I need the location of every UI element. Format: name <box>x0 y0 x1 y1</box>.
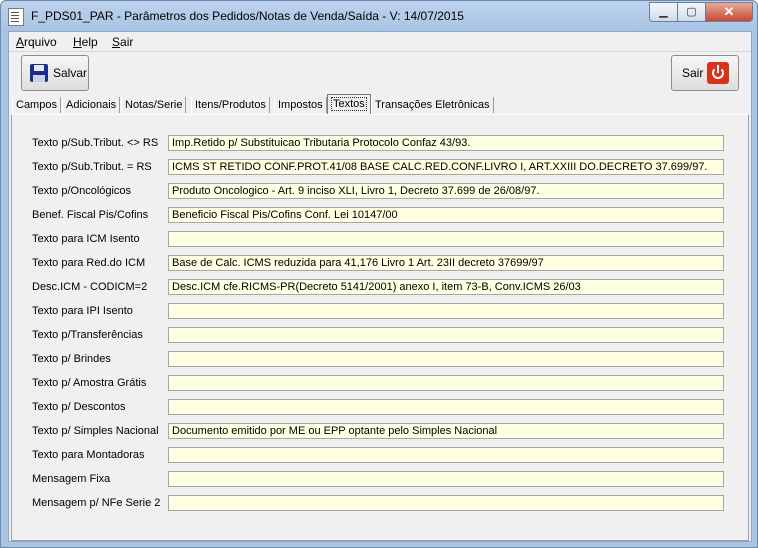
field-red-icm[interactable]: Base de Calc. ICMS reduzida para 41,176 … <box>168 255 724 271</box>
label-montadoras: Texto para Montadoras <box>32 449 145 461</box>
field-sub-tribut-diff-rs[interactable]: Imp.Retido p/ Substituicao Tributaria Pr… <box>168 135 724 151</box>
label-ipi-isento: Texto para IPI Isento <box>32 305 133 317</box>
label-mensagem-fixa: Mensagem Fixa <box>32 473 111 485</box>
client-area: Arquivo Help Sair Salvar Sair Campos Adi… <box>8 31 752 542</box>
label-oncologicos: Texto p/Oncológicos <box>32 185 132 197</box>
label-sub-tribut-diff-rs: Texto p/Sub.Tribut. <> RS <box>32 137 159 149</box>
field-simples-nacional[interactable]: Documento emitido por ME ou EPP optante … <box>168 423 724 439</box>
menu-sair[interactable]: Sair <box>112 35 133 49</box>
minimize-button[interactable]: ▁ <box>649 2 678 22</box>
tab-textos[interactable]: Textos <box>327 94 371 114</box>
title-bar: F_PDS01_PAR - Parâmetros dos Pedidos/Not… <box>1 1 757 31</box>
label-mensagem-nfe-serie2: Mensagem p/ NFe Serie 2 <box>32 497 161 509</box>
tab-impostos[interactable]: Impostos <box>274 97 327 113</box>
app-document-icon <box>8 8 24 26</box>
field-mensagem-nfe-serie2[interactable] <box>168 495 724 511</box>
label-red-icm: Texto para Red.do ICM <box>32 257 146 269</box>
label-brindes: Texto p/ Brindes <box>32 353 111 365</box>
field-descontos[interactable] <box>168 399 724 415</box>
menu-bar: Arquivo Help Sair <box>9 32 751 51</box>
close-button[interactable]: ✕ <box>705 2 753 22</box>
label-desc-icm: Desc.ICM - CODICM=2 <box>32 281 148 293</box>
maximize-button[interactable]: ▢ <box>677 2 706 22</box>
field-brindes[interactable] <box>168 351 724 367</box>
field-montadoras[interactable] <box>168 447 724 463</box>
exit-button-label: Sair <box>682 66 704 80</box>
floppy-disk-icon <box>30 64 48 82</box>
label-sub-tribut-eq-rs: Texto p/Sub.Tribut. = RS <box>32 161 152 173</box>
label-icm-isento: Texto para ICM Isento <box>32 233 140 245</box>
field-mensagem-fixa[interactable] <box>168 471 724 487</box>
label-transferencias: Texto p/Transferências <box>32 329 143 341</box>
menu-help[interactable]: Help <box>73 35 98 49</box>
power-icon <box>707 62 729 84</box>
label-simples-nacional: Texto p/ Simples Nacional <box>32 425 159 437</box>
tab-campos[interactable]: Campos <box>12 97 61 113</box>
tab-adicionais[interactable]: Adicionais <box>62 97 121 113</box>
tab-itens-produtos[interactable]: Itens/Produtos <box>191 97 270 113</box>
tab-notas-serie[interactable]: Notas/Serie <box>121 97 187 113</box>
field-transferencias[interactable] <box>168 327 724 343</box>
save-button[interactable]: Salvar <box>21 55 89 91</box>
field-oncologicos[interactable]: Produto Oncologico - Art. 9 inciso XLI, … <box>168 183 724 199</box>
field-benef-fiscal[interactable]: Beneficio Fiscal Pis/Cofins Conf. Lei 10… <box>168 207 724 223</box>
field-sub-tribut-eq-rs[interactable]: ICMS ST RETIDO CONF.PROT.41/08 BASE CALC… <box>168 159 724 175</box>
field-icm-isento[interactable] <box>168 231 724 247</box>
app-window: F_PDS01_PAR - Parâmetros dos Pedidos/Not… <box>0 0 758 548</box>
window-title: F_PDS01_PAR - Parâmetros dos Pedidos/Not… <box>31 9 464 23</box>
field-desc-icm[interactable]: Desc.ICM cfe.RICMS-PR(Decreto 5141/2001)… <box>168 279 724 295</box>
toolbar: Salvar Sair <box>9 51 751 94</box>
exit-button[interactable]: Sair <box>671 55 739 91</box>
save-button-label: Salvar <box>53 66 88 80</box>
label-amostra-gratis: Texto p/ Amostra Grátis <box>32 377 147 389</box>
textos-panel: Texto p/Sub.Tribut. <> RS Imp.Retido p/ … <box>11 114 749 541</box>
tab-transacoes-eletronicas[interactable]: Transações Eletrônicas <box>371 97 494 113</box>
tab-strip: Campos Adicionais Notas/Serie Itens/Prod… <box>9 94 751 114</box>
label-descontos: Texto p/ Descontos <box>32 401 126 413</box>
menu-arquivo[interactable]: Arquivo <box>16 35 57 49</box>
field-amostra-gratis[interactable] <box>168 375 724 391</box>
label-benef-fiscal: Benef. Fiscal Pis/Cofins <box>32 209 149 221</box>
field-ipi-isento[interactable] <box>168 303 724 319</box>
